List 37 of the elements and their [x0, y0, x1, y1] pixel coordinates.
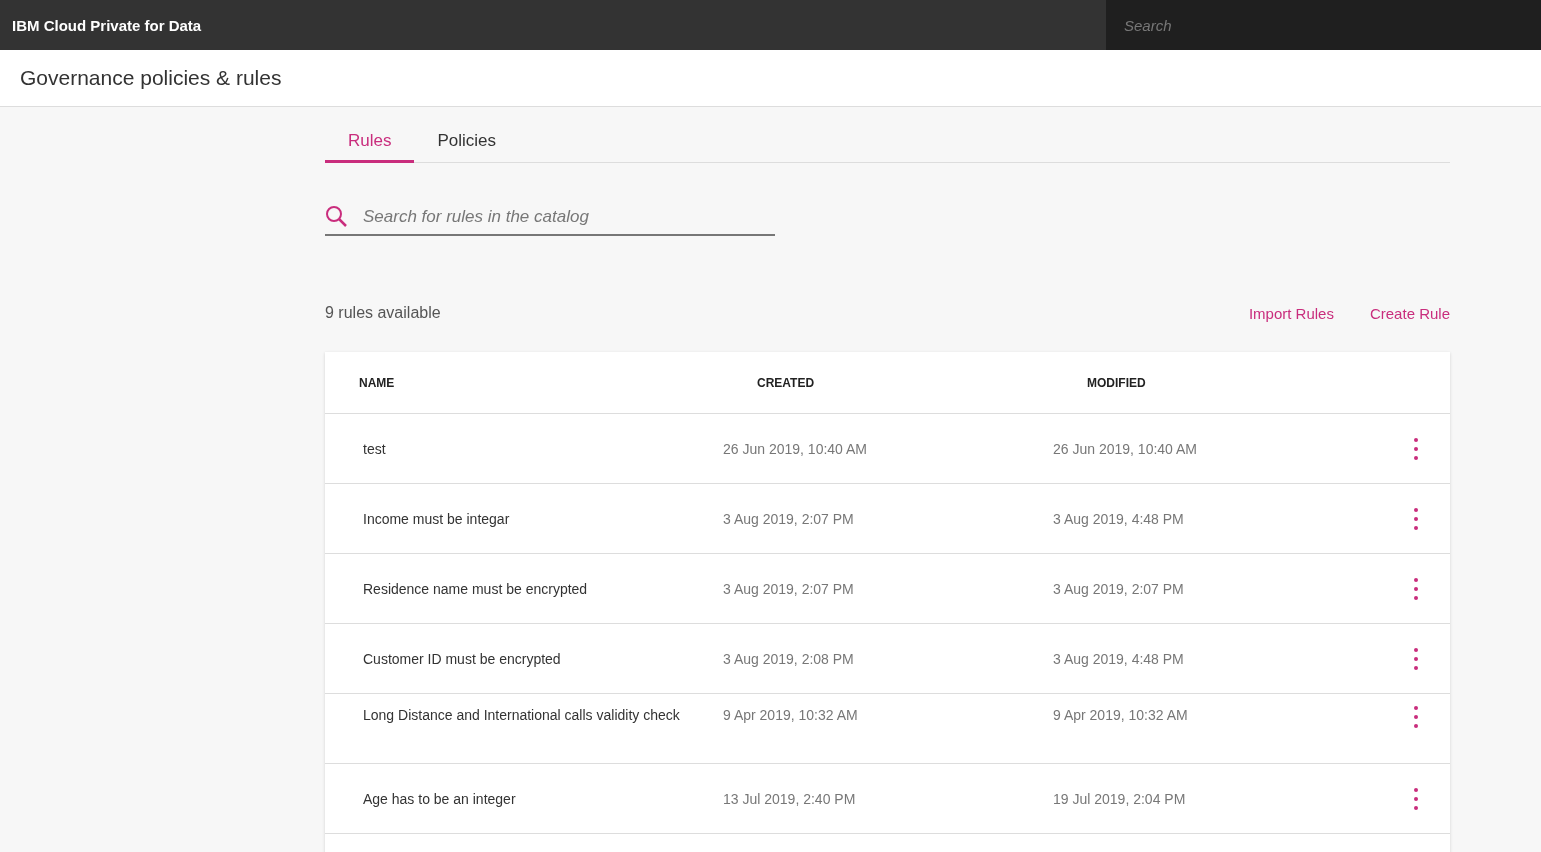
- table-cell-text: 26 Jun 2019, 10:40 AM: [723, 439, 868, 459]
- table-cell-text: 13 Jul 2019, 2:40 PM: [723, 789, 857, 809]
- search-field[interactable]: Search for rules in the catalog: [361, 205, 775, 228]
- table-cell-text: 26 Jun 2019, 10:40 AM: [1053, 439, 1198, 459]
- vertical-dots-icon: [1414, 437, 1418, 460]
- table-cell-text: 9 Apr 2019, 10:32 AM: [1053, 706, 1189, 725]
- vertical-dots-icon: [1414, 706, 1418, 728]
- action-link[interactable]: Import Rules: [1248, 304, 1334, 322]
- table-cell-text: Residence name must be encrypted: [363, 579, 589, 599]
- vertical-dots-icon: [1414, 647, 1418, 670]
- table-cell-text: 3 Aug 2019, 4:48 PM: [1053, 649, 1185, 669]
- tab[interactable]: Policies: [414, 122, 520, 163]
- tab[interactable]: Rules: [325, 122, 415, 163]
- table-cell-text: test: [363, 439, 387, 459]
- rule-count: 9 rules available: [325, 304, 442, 322]
- table-cell-text: Long Distance and International calls validity check: [363, 706, 681, 725]
- table-cell-text: 3 Aug 2019, 2:07 PM: [723, 579, 855, 599]
- vertical-dots-icon: [1414, 507, 1418, 530]
- table-cell-text: Age has to be an integer: [363, 789, 517, 809]
- search-field[interactable]: Search: [1106, 0, 1541, 50]
- page-title: Governance policies & rules: [20, 66, 282, 90]
- table-cell-text: 3 Aug 2019, 2:07 PM: [723, 509, 855, 529]
- table-cell-text: 3 Aug 2019, 4:48 PM: [1053, 509, 1185, 529]
- search-icon: [325, 204, 349, 229]
- action-link[interactable]: Create Rule: [1369, 304, 1450, 322]
- column-header: MODIFIED: [1087, 375, 1147, 390]
- table-cell-text: Customer ID must be encrypted: [363, 649, 562, 669]
- vertical-dots-icon: [1414, 577, 1418, 600]
- vertical-dots-icon: [1414, 787, 1418, 810]
- table-cell-text: 9 Apr 2019, 10:32 AM: [723, 706, 859, 725]
- column-header: CREATED: [757, 375, 816, 390]
- column-header: NAME: [359, 375, 396, 390]
- table-cell-text: 19 Jul 2019, 2:04 PM: [1053, 789, 1187, 809]
- table-cell-text: Income must be integar: [363, 509, 511, 529]
- table-cell-text: 3 Aug 2019, 2:08 PM: [723, 649, 855, 669]
- table-cell-text: 3 Aug 2019, 2:07 PM: [1053, 579, 1185, 599]
- app-title: IBM Cloud Private for Data: [12, 16, 202, 34]
